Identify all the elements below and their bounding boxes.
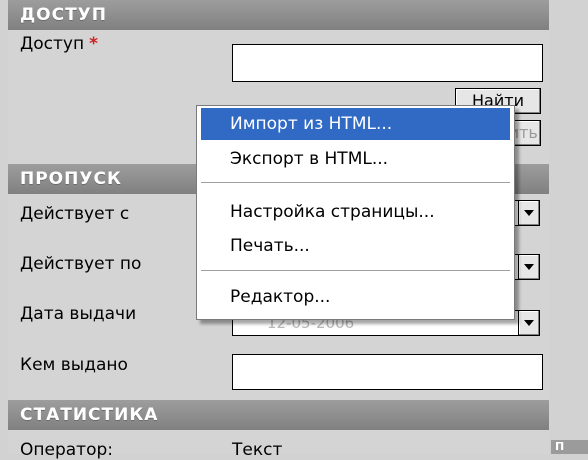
menu-item-editor[interactable]: Редактор... (201, 281, 510, 313)
issued-by-label: Кем выдано (20, 355, 128, 375)
access-input[interactable] (232, 44, 543, 82)
menu-item-page-setup[interactable]: Настройка страницы... (201, 196, 510, 228)
menu-item-export-html[interactable]: Экспорт в HTML... (201, 143, 510, 175)
menu-separator (201, 270, 510, 271)
access-label: Доступ * (20, 34, 98, 54)
section-header-stats: СТАТИСТИКА (8, 400, 549, 430)
operator-label: Оператор: (20, 440, 113, 460)
menu-separator (201, 182, 510, 183)
valid-from-label: Действует с (20, 204, 130, 224)
required-mark: * (89, 34, 98, 54)
issue-date-dropdown-icon[interactable] (518, 310, 540, 336)
section-header-access: ДОСТУП (8, 0, 549, 30)
operator-value: Текст (232, 440, 283, 460)
corner-tab[interactable]: П (551, 440, 588, 454)
valid-to-dropdown-icon[interactable] (518, 254, 540, 280)
menu-item-import-html[interactable]: Импорт из HTML... (201, 108, 510, 140)
context-menu: Импорт из HTML... Экспорт в HTML... Наст… (196, 105, 515, 320)
valid-from-dropdown-icon[interactable] (518, 200, 540, 226)
issued-by-input[interactable] (232, 354, 543, 390)
valid-to-label: Действует по (20, 254, 142, 274)
access-label-text: Доступ (20, 34, 85, 54)
menu-item-print[interactable]: Печать... (201, 230, 510, 262)
issue-date-label: Дата выдачи (20, 304, 137, 324)
